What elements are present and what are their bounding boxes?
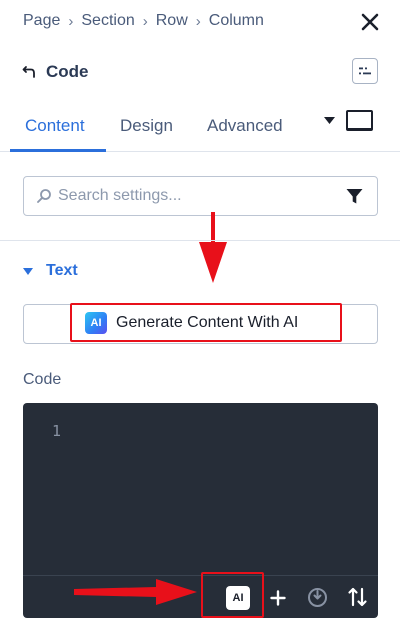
tab-advanced[interactable]: Advanced <box>207 100 283 152</box>
code-field-label: Code <box>23 371 62 388</box>
breadcrumb-section[interactable]: Section <box>81 12 134 30</box>
breadcrumb-row[interactable]: Row <box>156 12 188 30</box>
search-settings-box <box>23 176 378 216</box>
dynamic-content-icon[interactable] <box>307 587 328 608</box>
line-number: 1 <box>52 422 62 440</box>
section-label: Text <box>46 262 78 279</box>
generate-ai-highlight: AI Generate Content With AI <box>70 303 342 342</box>
breadcrumb-separator: › <box>142 12 148 30</box>
generate-ai-label[interactable]: Generate Content With AI <box>116 314 298 332</box>
tab-design[interactable]: Design <box>120 100 173 152</box>
text-section-toggle[interactable]: Text <box>23 262 78 280</box>
search-input[interactable] <box>58 187 328 205</box>
tab-content[interactable]: Content <box>25 100 85 152</box>
sort-arrows-icon[interactable] <box>347 586 369 608</box>
annotation-arrow-down <box>199 212 227 283</box>
settings-tabs: Content Design Advanced <box>0 100 400 152</box>
back-arrow-icon[interactable] <box>22 65 36 79</box>
breadcrumb: Page › Section › Row › Column <box>23 12 264 30</box>
caret-down-icon <box>23 267 33 275</box>
desktop-preview-icon[interactable] <box>346 110 373 131</box>
filter-icon[interactable] <box>346 188 363 205</box>
more-tabs-caret-icon[interactable] <box>324 117 335 124</box>
module-menu-button[interactable] <box>352 58 378 84</box>
module-title: Code <box>46 62 89 81</box>
divider <box>0 240 400 241</box>
close-icon[interactable] <box>360 12 380 32</box>
plus-icon[interactable] <box>270 590 286 606</box>
annotation-arrow-right <box>74 579 197 605</box>
module-header: Code <box>22 62 89 82</box>
breadcrumb-separator: › <box>68 12 74 30</box>
breadcrumb-separator: › <box>195 12 201 30</box>
breadcrumb-column[interactable]: Column <box>209 12 264 30</box>
ai-logo-icon: AI <box>85 311 107 334</box>
breadcrumb-page[interactable]: Page <box>23 12 60 30</box>
active-tab-indicator <box>10 149 106 152</box>
search-icon <box>37 189 51 203</box>
module-menu-icon <box>359 67 371 75</box>
ai-tool-button[interactable]: AI <box>226 586 250 610</box>
